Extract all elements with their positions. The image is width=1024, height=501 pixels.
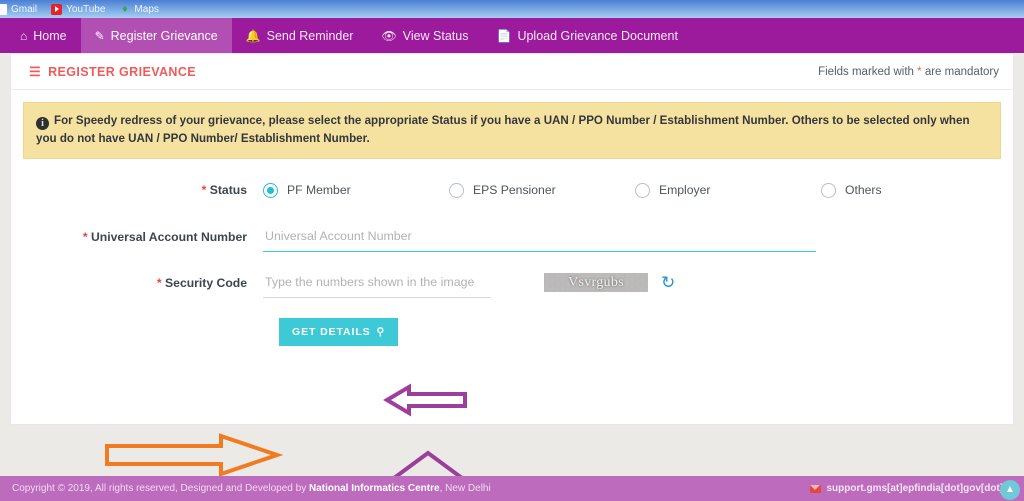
- uan-field-wrap: [263, 221, 816, 252]
- submit-row: GET DETAILS ⚲: [11, 317, 1013, 346]
- radio-others[interactable]: Others: [821, 182, 1007, 198]
- maps-icon: ♦: [122, 2, 128, 15]
- bell-icon: 🔔: [245, 28, 261, 43]
- nav-item-label: Home: [33, 28, 67, 43]
- eye-icon: 👁: [381, 28, 397, 43]
- universal-account-number-input[interactable]: [263, 221, 816, 252]
- gmail-icon: [0, 3, 7, 15]
- uan-row: * Universal Account Number: [11, 221, 1013, 252]
- card-header: ☰ REGISTER GRIEVANCE Fields marked with …: [11, 54, 1013, 90]
- copyright-pre: Copyright © 2019, All rights reserved, D…: [12, 483, 309, 494]
- info-alert-text: For Speedy redress of your grievance, pl…: [36, 114, 970, 145]
- home-icon: ⌂: [20, 28, 28, 43]
- footer-org: National Informatics Centre: [308, 483, 440, 494]
- radio-eps-pensioner[interactable]: EPS Pensioner: [449, 182, 635, 198]
- bookmark-maps[interactable]: ♦ Maps: [119, 2, 159, 15]
- mail-icon: [810, 484, 822, 493]
- browser-bookmark-bar: Gmail YouTube ♦ Maps: [0, 0, 1024, 18]
- status-label-text: Status: [206, 183, 247, 198]
- radio-label: EPS Pensioner: [473, 183, 556, 198]
- mandatory-note-suffix: are mandatory: [921, 65, 999, 78]
- register-grievance-card: ☰ REGISTER GRIEVANCE Fields marked with …: [10, 53, 1014, 490]
- nav-item-send-reminder[interactable]: 🔔 Send Reminder: [232, 18, 368, 53]
- radio-pf-member[interactable]: PF Member: [263, 182, 449, 198]
- security-code-input[interactable]: [263, 267, 491, 298]
- bookmark-label: Maps: [134, 3, 159, 15]
- nav-item-label: View Status: [402, 28, 469, 43]
- nav-item-home[interactable]: ⌂ Home: [0, 18, 81, 53]
- footer-copyright: Copyright © 2019, All rights reserved, D…: [12, 483, 491, 494]
- status-row: * Status PF Member EPS Pensioner Employe…: [11, 182, 1013, 198]
- mandatory-fields-note: Fields marked with * are mandatory: [818, 66, 999, 78]
- get-details-button[interactable]: GET DETAILS ⚲: [279, 317, 399, 346]
- radio-label: PF Member: [287, 183, 351, 198]
- security-code-label-text: Security Code: [161, 275, 247, 290]
- nav-item-upload-grievance-document[interactable]: 📄 Upload Grievance Document: [482, 18, 691, 53]
- page-title: ☰ REGISTER GRIEVANCE: [29, 65, 196, 79]
- get-details-arrow: [105, 433, 283, 477]
- info-icon: i: [36, 117, 49, 130]
- refresh-captcha-icon[interactable]: ↻: [661, 274, 675, 291]
- radio-indicator[interactable]: [635, 182, 650, 198]
- scroll-to-top-icon[interactable]: ▲: [1000, 480, 1020, 500]
- upload-file-icon: 📄: [496, 28, 512, 43]
- search-icon: ⚲: [376, 325, 386, 338]
- captcha-image: Vsvrgubs: [544, 273, 648, 293]
- page-title-text: REGISTER GRIEVANCE: [48, 64, 197, 79]
- status-radio-group: PF Member EPS Pensioner Employer Others: [263, 182, 1013, 198]
- uan-label-text: Universal Account Number: [87, 229, 247, 244]
- page-footer: Copyright © 2019, All rights reserved, D…: [0, 476, 1024, 501]
- nav-item-label: Register Grievance: [110, 28, 218, 43]
- captcha-text: Vsvrgubs: [568, 274, 624, 290]
- security-code-row: * Security Code Vsvrgubs ↻: [11, 267, 1013, 298]
- footer-support[interactable]: support.gms[at]epfindia[dot]gov[dot]in: [810, 483, 1012, 494]
- bookmark-label: YouTube: [66, 3, 106, 15]
- mandatory-note-prefix: Fields marked with: [818, 65, 918, 78]
- radio-label: Others: [845, 183, 882, 198]
- nav-item-view-status[interactable]: 👁 View Status: [367, 18, 482, 53]
- radio-label: Employer: [659, 183, 711, 198]
- radio-employer[interactable]: Employer: [635, 182, 821, 198]
- nav-item-label: Send Reminder: [266, 28, 354, 43]
- grievance-form: * Status PF Member EPS Pensioner Employe…: [11, 159, 1013, 490]
- status-label: * Status: [11, 183, 263, 197]
- bookmark-gmail[interactable]: Gmail: [0, 3, 38, 15]
- uan-label: * Universal Account Number: [11, 230, 263, 244]
- security-code-label: * Security Code: [11, 276, 263, 290]
- nav-item-label: Upload Grievance Document: [517, 28, 678, 43]
- support-email: support.gms[at]epfindia[dot]gov[dot]in: [826, 483, 1012, 494]
- main-navigation: ⌂ Home ✎ Register Grievance 🔔 Send Remin…: [0, 18, 1024, 53]
- edit-document-icon: ✎: [94, 28, 105, 43]
- radio-indicator[interactable]: [449, 182, 464, 198]
- uan-field-arrow: [383, 383, 467, 417]
- info-alert: i For Speedy redress of your grievance, p…: [23, 102, 1001, 159]
- get-details-label: GET DETAILS: [292, 325, 371, 338]
- bookmark-youtube[interactable]: YouTube: [51, 3, 106, 15]
- nav-item-register-grievance[interactable]: ✎ Register Grievance: [80, 18, 232, 53]
- youtube-icon: [51, 3, 63, 15]
- radio-indicator[interactable]: [821, 182, 836, 198]
- stack-layers-icon: ☰: [29, 64, 42, 79]
- copyright-post: , New Delhi: [439, 483, 491, 494]
- bookmark-label: Gmail: [11, 3, 38, 15]
- radio-indicator[interactable]: [263, 182, 278, 198]
